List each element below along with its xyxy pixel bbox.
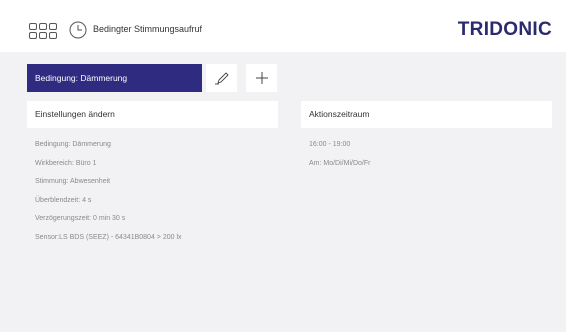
- settings-list: Bedingung: Dämmerung Wirkbereich: Büro 1…: [35, 139, 182, 250]
- settings-panel-header[interactable]: Einstellungen ändern: [27, 101, 278, 128]
- app-header: Bedingter Stimmungsaufruf TRIDONIC: [0, 0, 566, 52]
- clock-icon: [69, 21, 87, 39]
- add-condition-button[interactable]: [246, 64, 277, 92]
- pencil-icon: [214, 72, 229, 85]
- setting-delay-time: Verzögerungszeit: 0 min 30 s: [35, 215, 126, 222]
- setting-area: Wirkbereich: Büro 1: [35, 159, 97, 167]
- setting-fade-time: Überblendzeit: 4 s: [35, 196, 92, 204]
- brand-logo: TRIDONIC: [457, 19, 552, 40]
- setting-sensor: Sensor:LS BDS (SEEZ) - 64341B0804 > 200 …: [35, 233, 182, 241]
- setting-condition: Bedingung: Dämmerung: [35, 141, 111, 148]
- action-period-panel-header[interactable]: Aktionszeitraum: [301, 101, 552, 128]
- action-days: Am: Mo/Di/Mi/Do/Fr: [309, 159, 371, 167]
- action-period-list: 16:00 - 19:00 Am: Mo/Di/Mi/Do/Fr: [309, 139, 370, 176]
- edit-condition-button[interactable]: [206, 64, 237, 92]
- setting-scene: Stimmung: Abwesenheit: [35, 178, 111, 185]
- apps-grid-icon[interactable]: [29, 23, 57, 39]
- condition-selector[interactable]: Bedingung: Dämmerung: [27, 64, 202, 92]
- action-time-range: 16:00 - 19:00: [309, 141, 351, 148]
- page-title: Bedingter Stimmungsaufruf: [93, 24, 203, 34]
- plus-icon: [255, 72, 268, 84]
